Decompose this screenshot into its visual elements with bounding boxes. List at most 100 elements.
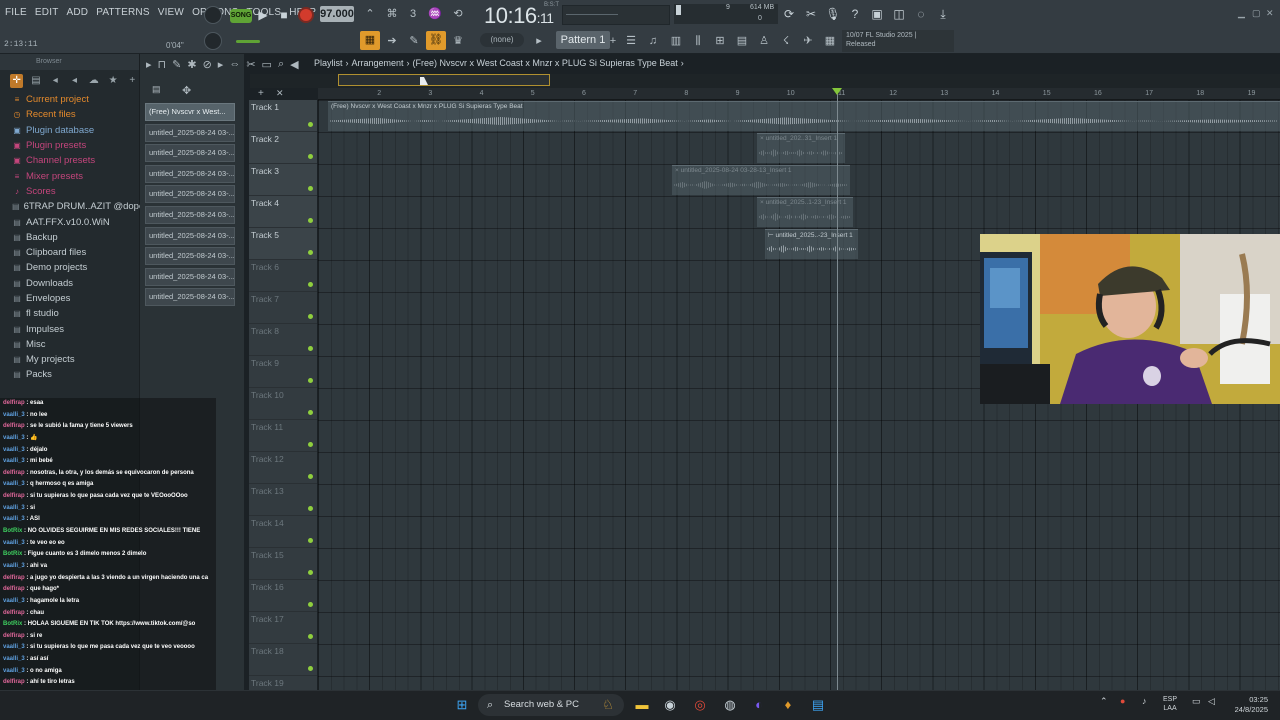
piano-roll-icon[interactable]: ♫: [644, 32, 662, 50]
track-header[interactable]: Track 12: [249, 452, 317, 484]
browser-item[interactable]: ▣ Channel presets: [0, 153, 139, 168]
overview-selection[interactable]: [338, 74, 550, 86]
tools-icon[interactable]: ✂: [802, 5, 820, 23]
minimize-icon[interactable]: ▁: [1238, 8, 1245, 19]
browser-item[interactable]: ▤ AAT.FFX.v10.0.WiN: [0, 214, 139, 229]
record-button[interactable]: [298, 7, 314, 23]
metronome-icon[interactable]: ⌃: [361, 5, 379, 23]
browser-item[interactable]: ≡ Current project: [0, 92, 139, 107]
track-header[interactable]: Track 11: [249, 420, 317, 452]
breadcrumb-part[interactable]: ›: [681, 58, 684, 68]
track-header[interactable]: Track 2: [249, 132, 317, 164]
master-pitch-knob[interactable]: [204, 32, 222, 50]
refresh-icon[interactable]: ⟳: [780, 5, 798, 23]
zoom-icon[interactable]: ⌕: [278, 58, 284, 71]
breadcrumb-part[interactable]: ›: [346, 58, 349, 68]
track-enable-dot[interactable]: [308, 154, 313, 159]
track-enable-dot[interactable]: [308, 506, 313, 511]
playlist-clip[interactable]: (Free) Nvscvr x West Coast x Mnzr x PLUG…: [328, 101, 1280, 131]
browser-all-icon[interactable]: ✛: [10, 74, 24, 88]
snap-select[interactable]: (none): [480, 33, 524, 47]
track-header[interactable]: Track 6: [249, 260, 317, 292]
track-header[interactable]: Track 4: [249, 196, 317, 228]
track-header[interactable]: Track 1: [249, 100, 317, 132]
song-mode-button[interactable]: SONG: [230, 9, 252, 23]
browser-star-icon[interactable]: ★: [106, 74, 119, 88]
delete-icon[interactable]: ⊘: [203, 58, 212, 71]
track-header[interactable]: Track 13: [249, 484, 317, 516]
slip-icon[interactable]: ⇔: [229, 58, 240, 71]
track-enable-dot[interactable]: [308, 666, 313, 671]
browser-item[interactable]: ▣ Plugin presets: [0, 138, 139, 153]
breadcrumb-part[interactable]: Arrangement: [352, 58, 404, 68]
track-header[interactable]: Track 14: [249, 516, 317, 548]
news-panel[interactable]: 10/07 FL Studio 2025 | Released: [842, 30, 954, 52]
obs-icon[interactable]: ◍: [720, 695, 740, 715]
clip-source-item[interactable]: untitled_2025-08-24 03-...: [145, 247, 235, 266]
wait-input-icon[interactable]: ⌘: [383, 5, 401, 23]
pattern-prev-icon[interactable]: ▸: [530, 32, 548, 50]
fl-studio-taskbar-icon[interactable]: ♦: [778, 695, 798, 715]
maximize-icon[interactable]: ▢: [1252, 8, 1261, 19]
browser-item[interactable]: ▤ Clipboard files: [0, 245, 139, 260]
playlist-clip[interactable]: ⊢ untitled_2025..-23_Insert 1: [765, 229, 858, 259]
track-enable-dot[interactable]: [308, 314, 313, 319]
channel-rack-icon[interactable]: ▥: [667, 32, 685, 50]
clip-source-item[interactable]: untitled_2025-08-24 03-...: [145, 164, 235, 183]
deer-widget-icon[interactable]: ♘: [598, 695, 618, 715]
track-header[interactable]: Track 10: [249, 388, 317, 420]
browser-item[interactable]: ▤ Downloads: [0, 276, 139, 291]
track-enable-dot[interactable]: [308, 378, 313, 383]
loop-record-icon[interactable]: ⟲: [449, 5, 467, 23]
browser-item[interactable]: ▤ Envelopes: [0, 291, 139, 306]
clip-source-item[interactable]: untitled_2025-08-24 03-...: [145, 123, 235, 142]
tray-mic-icon[interactable]: ♪: [1142, 696, 1147, 706]
track-close-icon[interactable]: ✕: [276, 88, 284, 99]
clip-move-icon[interactable]: ✥: [182, 84, 191, 97]
browser-icon[interactable]: ⊞: [711, 32, 729, 50]
playlist-icon[interactable]: ☰: [622, 32, 640, 50]
track-header[interactable]: Track 18: [249, 644, 317, 676]
download-icon[interactable]: ⤓: [934, 5, 952, 23]
link-icon[interactable]: ⛓: [426, 31, 446, 50]
tray-chevron-icon[interactable]: ⌃: [1100, 696, 1108, 707]
browser-back-icon[interactable]: ◂: [49, 74, 62, 88]
touch-keyboard-icon[interactable]: ☇: [777, 32, 795, 50]
playhead-marker[interactable]: [832, 88, 842, 95]
select-icon[interactable]: ▭: [262, 58, 272, 71]
browser-plugins-icon[interactable]: ◂: [68, 74, 81, 88]
close-icon[interactable]: ✕: [1266, 8, 1274, 19]
windows-start-icon[interactable]: ⊞: [452, 695, 472, 715]
browser-item[interactable]: ▣ Plugin database: [0, 123, 139, 138]
browser-add-icon[interactable]: +: [126, 74, 139, 88]
mute-icon[interactable]: ▸: [218, 58, 224, 71]
stem-icon[interactable]: ✈: [799, 32, 817, 50]
steam-icon[interactable]: ◉: [660, 695, 680, 715]
master-slider[interactable]: [236, 40, 260, 43]
browser-item[interactable]: ▤ fl studio: [0, 306, 139, 321]
clip-source-item[interactable]: untitled_2025-08-24 03-...: [145, 185, 235, 204]
browser-item[interactable]: ♪ Scores: [0, 184, 139, 199]
help-icon[interactable]: ?: [846, 5, 864, 23]
track-header[interactable]: Track 17: [249, 612, 317, 644]
mixer-icon[interactable]: ⫼: [689, 32, 707, 50]
breadcrumb-part[interactable]: ›: [407, 58, 410, 68]
clip-source-item[interactable]: untitled_2025-08-24 03-...: [145, 267, 235, 286]
blend-notes-icon[interactable]: ♒: [426, 5, 444, 23]
track-header[interactable]: Track 16: [249, 580, 317, 612]
browser-item[interactable]: ▤ My projects: [0, 352, 139, 367]
pattern-list-icon[interactable]: ▤: [152, 84, 161, 95]
track-enable-dot[interactable]: [308, 410, 313, 415]
countdown-icon[interactable]: 3: [404, 5, 422, 23]
track-enable-dot[interactable]: [308, 282, 313, 287]
pencil-tool-icon[interactable]: ✎: [405, 32, 423, 50]
track-enable-dot[interactable]: [308, 186, 313, 191]
clip-source-item[interactable]: untitled_2025-08-24 03-...: [145, 288, 235, 307]
track-header[interactable]: Track 7: [249, 292, 317, 324]
save-icon[interactable]: ▣: [868, 5, 886, 23]
pattern-selector[interactable]: Pattern 1: [556, 31, 610, 49]
main-volume-knob[interactable]: [204, 6, 222, 24]
tray-app-icon[interactable]: ●: [1120, 696, 1125, 706]
track-enable-dot[interactable]: [308, 538, 313, 543]
menu-view[interactable]: VIEW: [157, 6, 185, 19]
